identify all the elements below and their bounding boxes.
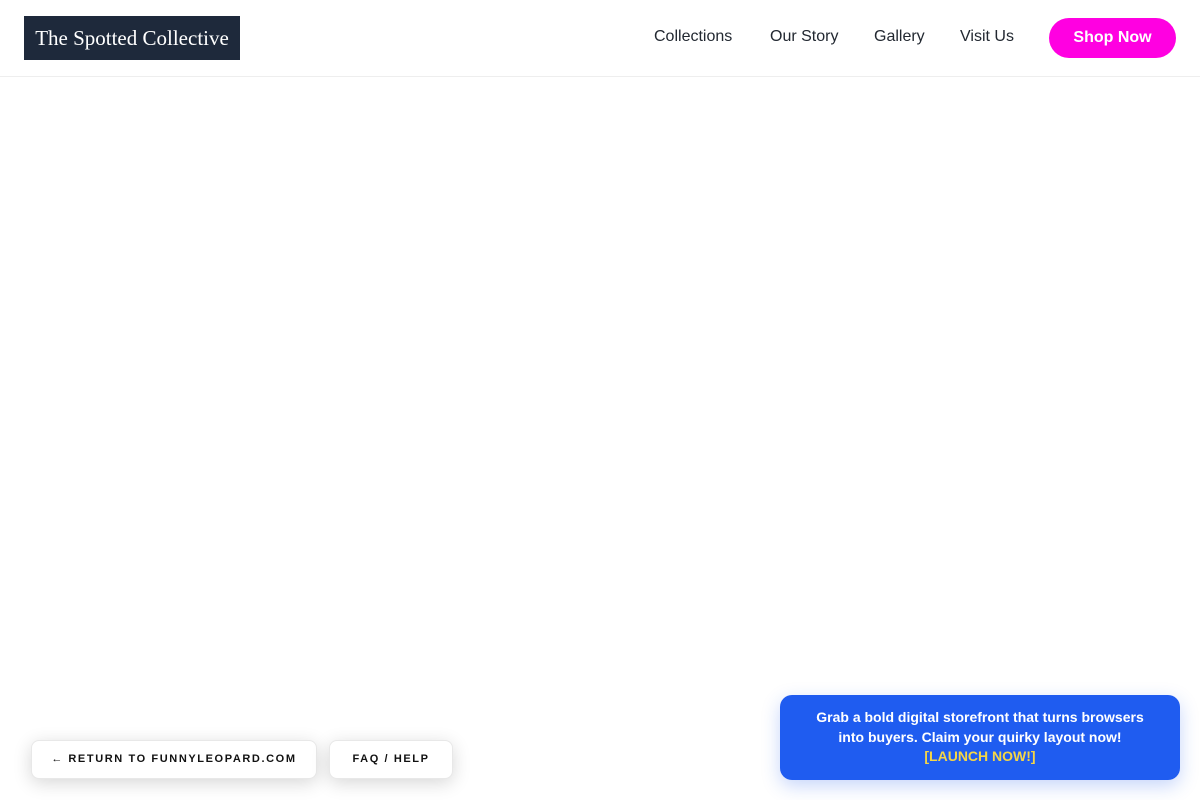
return-to-site-button[interactable]: ← RETURN TO FUNNYLEOPARD.COM [31, 740, 317, 779]
nav-link-visit-us[interactable]: Visit Us [960, 26, 1014, 48]
nav-link-gallery[interactable]: Gallery [874, 26, 925, 48]
shop-now-button[interactable]: Shop Now [1049, 18, 1176, 58]
promo-banner: Grab a bold digital storefront that turn… [780, 695, 1180, 780]
launch-now-link[interactable]: [LAUNCH NOW!] [924, 747, 1035, 767]
faq-help-button[interactable]: FAQ / HELP [329, 740, 453, 779]
nav-link-collections[interactable]: Collections [654, 26, 732, 48]
nav-link-our-story[interactable]: Our Story [770, 26, 838, 48]
site-logo[interactable]: The Spotted Collective [24, 16, 240, 60]
promo-message: Grab a bold digital storefront that turn… [816, 709, 1144, 745]
left-arrow-icon: ← [51, 753, 63, 765]
return-button-label: RETURN TO FUNNYLEOPARD.COM [68, 753, 297, 765]
site-header: The Spotted Collective Collections Our S… [0, 0, 1200, 77]
page: The Spotted Collective Collections Our S… [0, 0, 1200, 800]
